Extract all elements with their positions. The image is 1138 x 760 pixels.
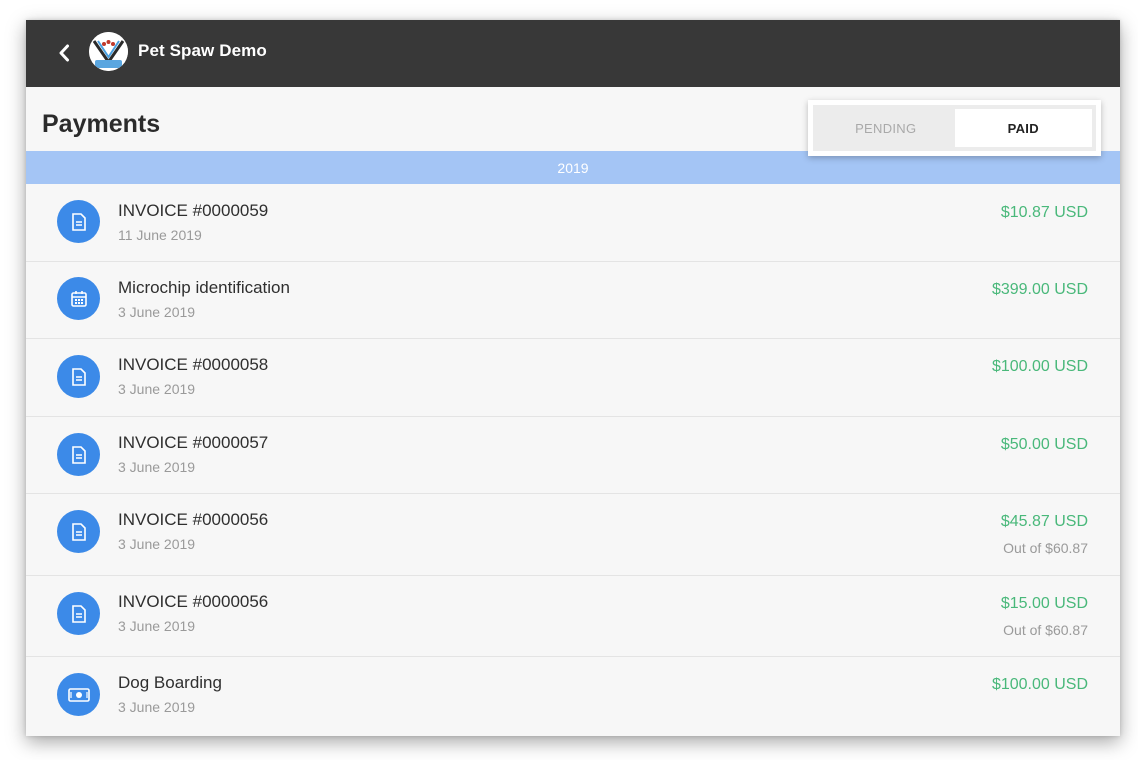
document-icon (57, 355, 100, 398)
payment-title: INVOICE #0000058 (118, 355, 269, 374)
list-item[interactable]: Microchip identification 3 June 2019 $39… (26, 262, 1120, 339)
app-window: Pet Spaw Demo Payments PENDING PAID 2019… (26, 20, 1120, 736)
chevron-left-icon (59, 44, 69, 62)
payment-amount: $399.00 USD (991, 281, 1088, 298)
top-bar: Pet Spaw Demo (26, 20, 1120, 87)
payment-title: Microchip identification (118, 278, 290, 297)
app-logo (89, 32, 128, 71)
list-item[interactable]: INVOICE #0000059 11 June 2019 $10.87 USD (26, 184, 1120, 262)
document-icon (57, 510, 100, 553)
payment-title: INVOICE #0000059 (118, 201, 269, 220)
calendar-icon (57, 277, 100, 320)
payment-date: 3 June 2019 (118, 618, 196, 634)
payments-list: INVOICE #0000059 11 June 2019 $10.87 USD… (26, 184, 1120, 736)
page-title: Payments (42, 110, 161, 138)
status-tabs: PENDING PAID (808, 100, 1101, 156)
app-title: Pet Spaw Demo (138, 41, 267, 60)
back-button[interactable] (54, 42, 74, 64)
list-item[interactable]: INVOICE #0000056 3 June 2019 $15.00 USD … (26, 576, 1120, 657)
payment-amount: $100.00 USD (991, 676, 1088, 693)
payment-date: 3 June 2019 (118, 304, 196, 320)
payment-amount: $45.87 USD (1000, 513, 1088, 530)
list-item[interactable]: Dog Boarding 3 June 2019 $100.00 USD (26, 657, 1120, 736)
document-icon (57, 592, 100, 635)
tab-pending[interactable]: PENDING (817, 109, 955, 147)
payment-date: 3 June 2019 (118, 459, 196, 475)
list-item[interactable]: INVOICE #0000058 3 June 2019 $100.00 USD (26, 339, 1120, 417)
payment-out-of: Out of $60.87 (1003, 622, 1088, 638)
payment-date: 11 June 2019 (118, 227, 202, 243)
payment-date: 3 June 2019 (118, 381, 196, 397)
list-item[interactable]: INVOICE #0000057 3 June 2019 $50.00 USD (26, 417, 1120, 494)
document-icon (57, 433, 100, 476)
payment-amount: $10.87 USD (1000, 204, 1088, 221)
payment-title: Dog Boarding (118, 673, 222, 692)
payment-title: INVOICE #0000056 (118, 592, 269, 611)
payment-date: 3 June 2019 (118, 536, 196, 552)
payment-amount: $100.00 USD (991, 358, 1088, 375)
document-icon (57, 200, 100, 243)
payment-title: INVOICE #0000057 (118, 433, 269, 452)
list-item[interactable]: INVOICE #0000056 3 June 2019 $45.87 USD … (26, 494, 1120, 576)
payment-amount: $50.00 USD (1000, 436, 1088, 453)
payment-title: INVOICE #0000056 (118, 510, 269, 529)
payment-date: 3 June 2019 (118, 699, 196, 715)
cash-icon (57, 673, 100, 716)
payment-amount: $15.00 USD (1000, 595, 1088, 612)
payment-out-of: Out of $60.87 (1003, 540, 1088, 556)
tab-paid[interactable]: PAID (954, 109, 1092, 147)
